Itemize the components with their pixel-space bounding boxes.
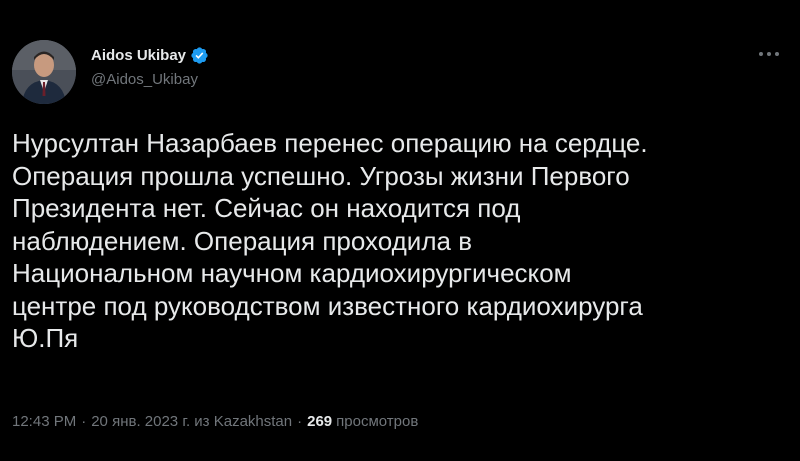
views-label: просмотров [336, 413, 419, 430]
tweet-date[interactable]: 20 янв. 2023 г. из Kazakhstan [91, 413, 292, 430]
avatar[interactable] [12, 40, 76, 104]
views-count: 269 [307, 413, 333, 430]
user-info: Aidos Ukibay @Aidos_Ukibay [91, 44, 209, 88]
tweet: Aidos Ukibay @Aidos_Ukibay Нурсултан Наз… [0, 0, 800, 461]
tweet-meta: 12:43 PM · 20 янв. 2023 г. из Kazakhstan… [12, 413, 418, 430]
tweet-time[interactable]: 12:43 PM [12, 413, 76, 430]
tweet-text: Нурсултан Назарбаев перенес операцию на … [12, 128, 648, 353]
avatar-image [12, 40, 76, 104]
display-name[interactable]: Aidos Ukibay [91, 47, 186, 64]
separator: · [81, 413, 87, 430]
more-horizontal-icon [759, 52, 779, 56]
separator: · [297, 413, 303, 430]
name-row: Aidos Ukibay [91, 44, 209, 66]
handle[interactable]: @Aidos_Ukibay [91, 71, 209, 88]
verified-badge-icon [190, 46, 209, 65]
more-button[interactable] [756, 44, 782, 64]
